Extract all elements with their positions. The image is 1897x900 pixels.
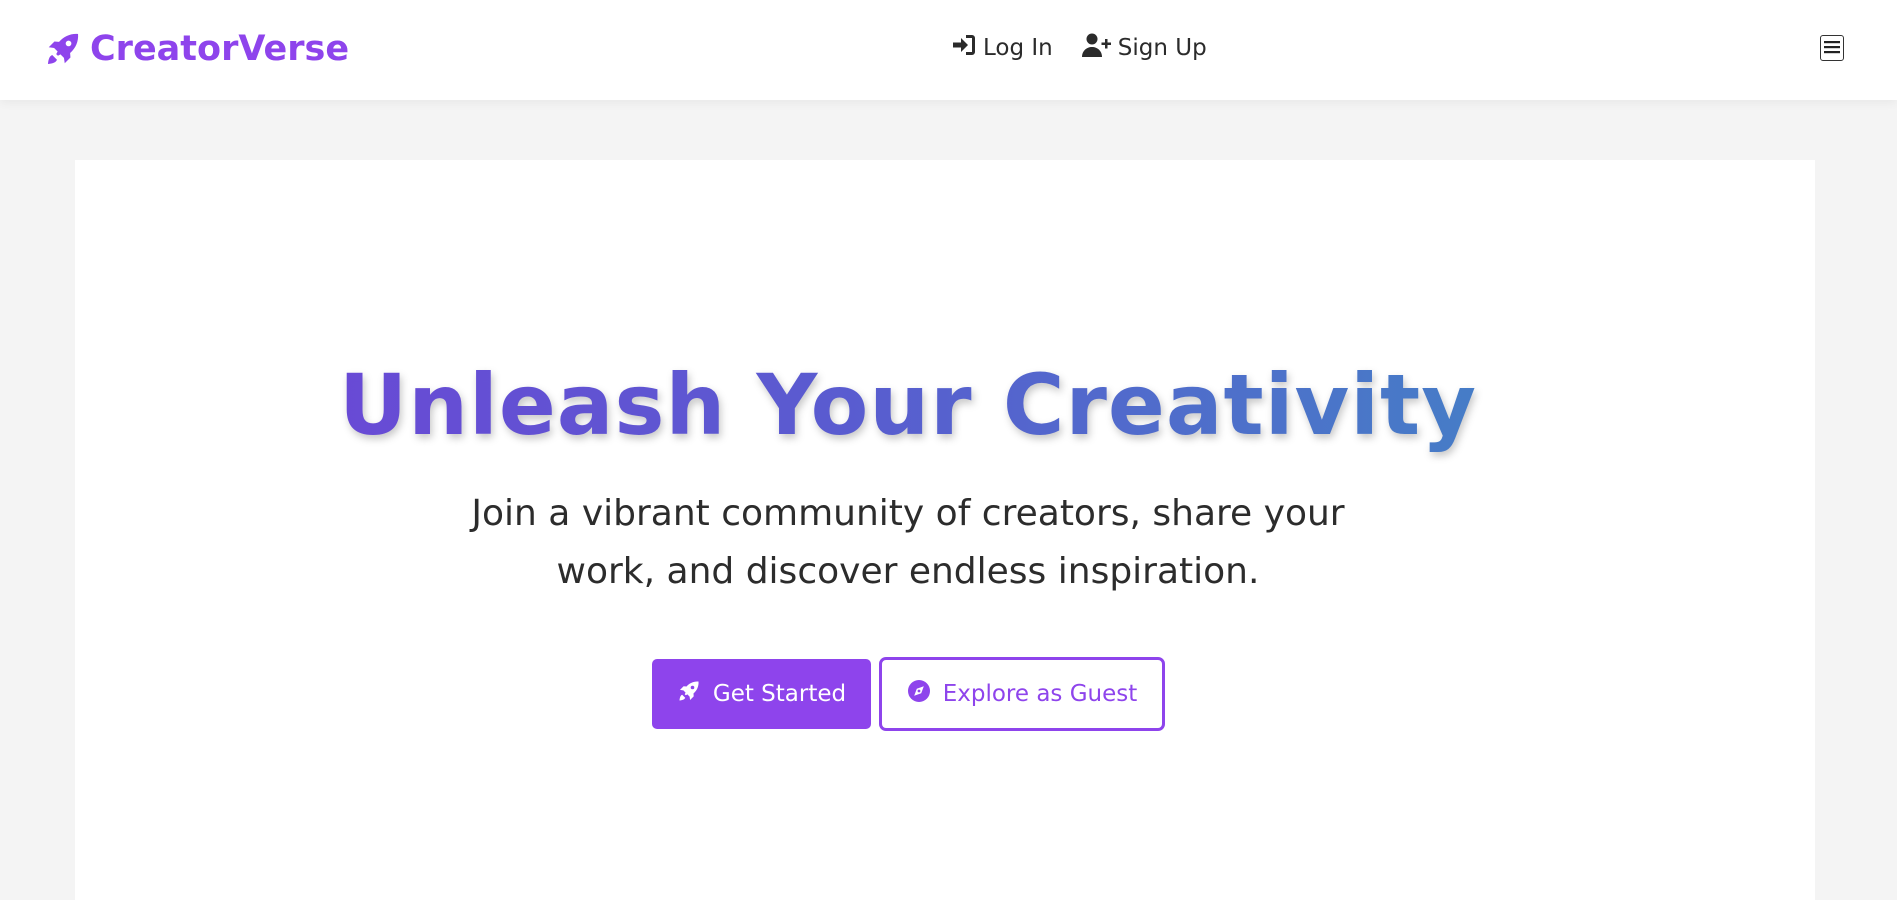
brand-name: CreatorVerse: [90, 29, 350, 69]
navbar: CreatorVerse Log In Sign Up: [0, 0, 1897, 100]
hero-subtitle-line-2: work, and discover endless inspiration.: [556, 551, 1260, 592]
hero-actions: Get Started Explore as Guest: [652, 657, 1165, 731]
get-started-button[interactable]: Get Started: [652, 659, 871, 729]
user-plus-icon: [1081, 32, 1118, 64]
nav-links: Log In Sign Up: [951, 30, 1236, 66]
explore-as-guest-label: Explore as Guest: [942, 681, 1138, 707]
get-started-label: Get Started: [712, 681, 847, 707]
signup-link[interactable]: Sign Up: [1081, 32, 1207, 64]
brand-logo-link[interactable]: CreatorVerse: [44, 26, 349, 72]
signup-label: Sign Up: [1117, 35, 1207, 61]
login-label: Log In: [983, 35, 1053, 61]
hero-subtitle-line-1: Join a vibrant community of creators, sh…: [471, 493, 1345, 534]
hamburger-menu-icon: [1824, 39, 1840, 58]
rocket-icon: [44, 30, 82, 68]
hero-title: Unleash Your Creativity: [75, 346, 1741, 464]
menu-toggle-button[interactable]: [1820, 35, 1844, 61]
login-link[interactable]: Log In: [951, 33, 1053, 63]
explore-as-guest-button[interactable]: Explore as Guest: [879, 657, 1165, 731]
compass-icon: [907, 679, 943, 709]
rocket-icon: [677, 679, 713, 709]
hero-subtitle: Join a vibrant community of creators, sh…: [75, 485, 1741, 601]
login-icon: [951, 33, 983, 63]
hero-section: Unleash Your Creativity Join a vibrant c…: [75, 160, 1815, 900]
